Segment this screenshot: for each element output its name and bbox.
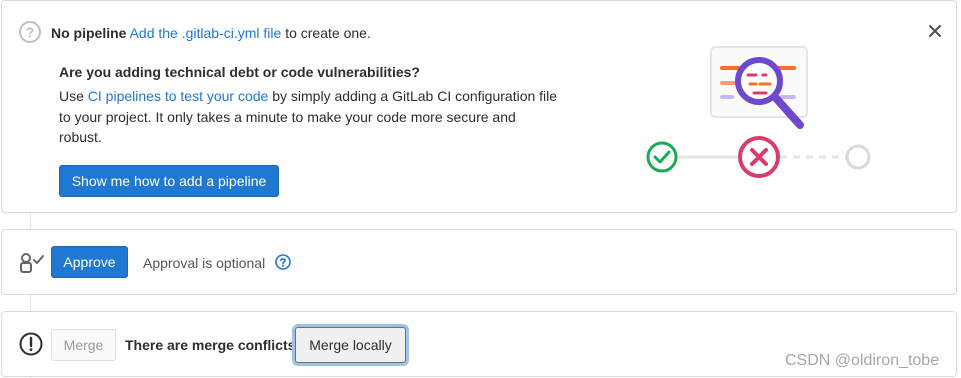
pending-icon: [845, 144, 871, 170]
approval-status: Approval is optional: [143, 255, 266, 271]
approval-panel: Approve Approval is optional: [1, 229, 957, 295]
merge-button[interactable]: Merge: [51, 329, 116, 361]
ci-pipelines-link[interactable]: CI pipelines to test your code: [88, 88, 269, 104]
no-pipeline-label: No pipeline: [51, 25, 127, 41]
pipeline-headline: No pipeline Add the .gitlab-ci.yml file …: [51, 25, 371, 41]
failed-icon: [738, 136, 780, 178]
approval-icon: [20, 253, 44, 273]
success-icon: [646, 141, 678, 173]
merge-locally-button[interactable]: Merge locally: [295, 327, 406, 363]
debt-heading: Are you adding technical debt or code vu…: [59, 64, 420, 80]
question-mark-circle-icon[interactable]: [275, 254, 291, 270]
add-gitlab-ci-link[interactable]: Add the .gitlab-ci.yml file: [130, 25, 282, 41]
debt-text-prefix: Use: [59, 88, 84, 104]
show-pipeline-button[interactable]: Show me how to add a pipeline: [59, 165, 279, 197]
pipeline-suffix: to create one.: [285, 25, 371, 41]
debt-description: Use CI pipelines to test your code by si…: [59, 86, 559, 148]
pipeline-illustration: [646, 46, 871, 178]
watermark: CSDN @oldiron_tobe: [785, 352, 940, 369]
question-circle-icon: ?: [19, 21, 41, 43]
pipeline-panel: ? No pipeline Add the .gitlab-ci.yml fil…: [1, 0, 957, 213]
approve-button[interactable]: Approve: [51, 246, 128, 278]
close-icon[interactable]: [926, 22, 944, 40]
warning-circle-icon: [19, 332, 43, 356]
merge-conflict-status: There are merge conflicts: [125, 337, 296, 353]
